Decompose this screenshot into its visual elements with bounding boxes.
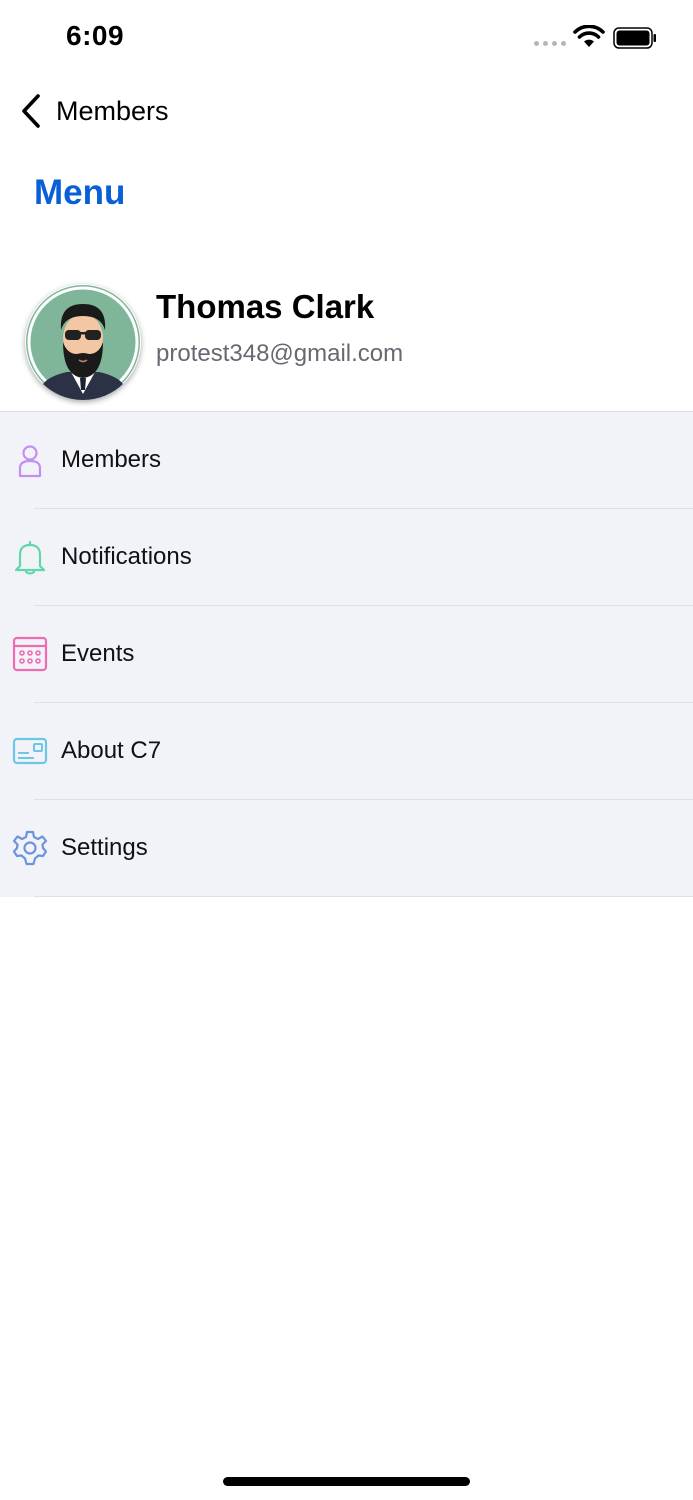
menu-item-notifications[interactable]: Notifications <box>0 509 693 606</box>
bell-icon <box>12 539 48 575</box>
profile-email: protest348@gmail.com <box>156 340 404 367</box>
menu-item-label: Members <box>61 446 162 473</box>
menu-list: Members Notifications Events About C7 Se… <box>0 411 693 897</box>
gear-icon <box>12 830 48 866</box>
chevron-left-icon <box>22 94 40 128</box>
menu-item-about[interactable]: About C7 <box>0 703 693 800</box>
calendar-icon <box>12 636 48 672</box>
menu-item-label: Events <box>61 640 135 667</box>
status-time: 6:09 <box>66 20 125 51</box>
cellular-signal-icon <box>534 41 566 47</box>
back-button[interactable]: Members <box>18 90 169 132</box>
page-title: Menu <box>34 173 126 212</box>
id-card-icon <box>12 733 48 769</box>
menu-item-label: About C7 <box>61 737 162 764</box>
menu-item-settings[interactable]: Settings <box>0 800 693 897</box>
avatar <box>25 284 141 400</box>
battery-icon <box>613 27 657 49</box>
status-bar: 6:09 <box>0 0 693 80</box>
menu-item-label: Settings <box>61 834 148 861</box>
profile-header: Thomas Clark protest348@gmail.com <box>0 282 693 411</box>
person-icon <box>12 442 48 478</box>
menu-item-members[interactable]: Members <box>0 412 693 509</box>
menu-item-events[interactable]: Events <box>0 606 693 703</box>
wifi-icon <box>573 24 605 49</box>
back-button-label: Members <box>56 95 169 126</box>
profile-name: Thomas Clark <box>156 288 375 325</box>
home-indicator[interactable] <box>223 1477 470 1486</box>
menu-item-label: Notifications <box>61 543 192 570</box>
